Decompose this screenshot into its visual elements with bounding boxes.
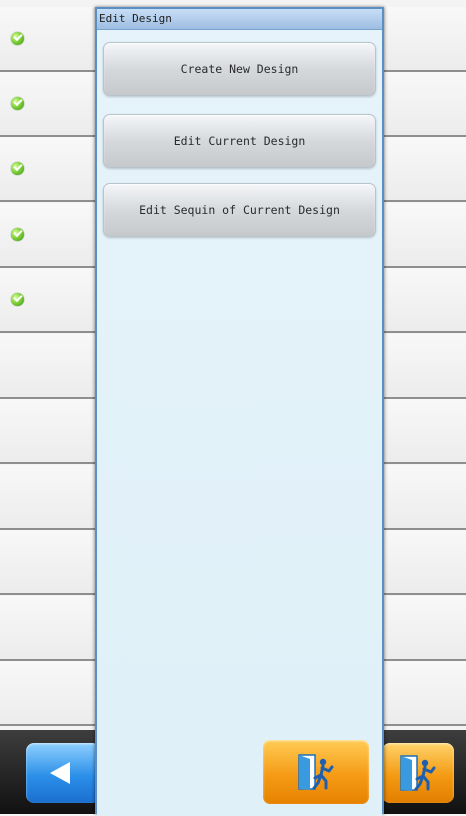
dialog-body: Create New Design Edit Current Design Ed… [97, 30, 382, 816]
dialog-titlebar[interactable]: Edit Design [97, 9, 382, 30]
check-icon [11, 97, 24, 110]
arrow-left-icon [50, 762, 70, 784]
check-icon [11, 228, 24, 241]
dialog-exit-button[interactable] [263, 740, 369, 804]
check-icon [11, 32, 24, 45]
exit-door-icon [400, 755, 436, 791]
edit-sequin-button[interactable]: Edit Sequin of Current Design [103, 183, 376, 237]
check-icon [11, 293, 24, 306]
check-icon [11, 162, 24, 175]
edit-current-design-button[interactable]: Edit Current Design [103, 114, 376, 168]
exit-door-icon [298, 754, 334, 790]
dialog-title: Edit Design [99, 12, 172, 25]
create-new-design-button[interactable]: Create New Design [103, 42, 376, 96]
exit-button[interactable] [382, 743, 454, 803]
back-button[interactable] [26, 743, 100, 803]
edit-design-dialog: Edit Design Create New Design Edit Curre… [95, 7, 384, 816]
